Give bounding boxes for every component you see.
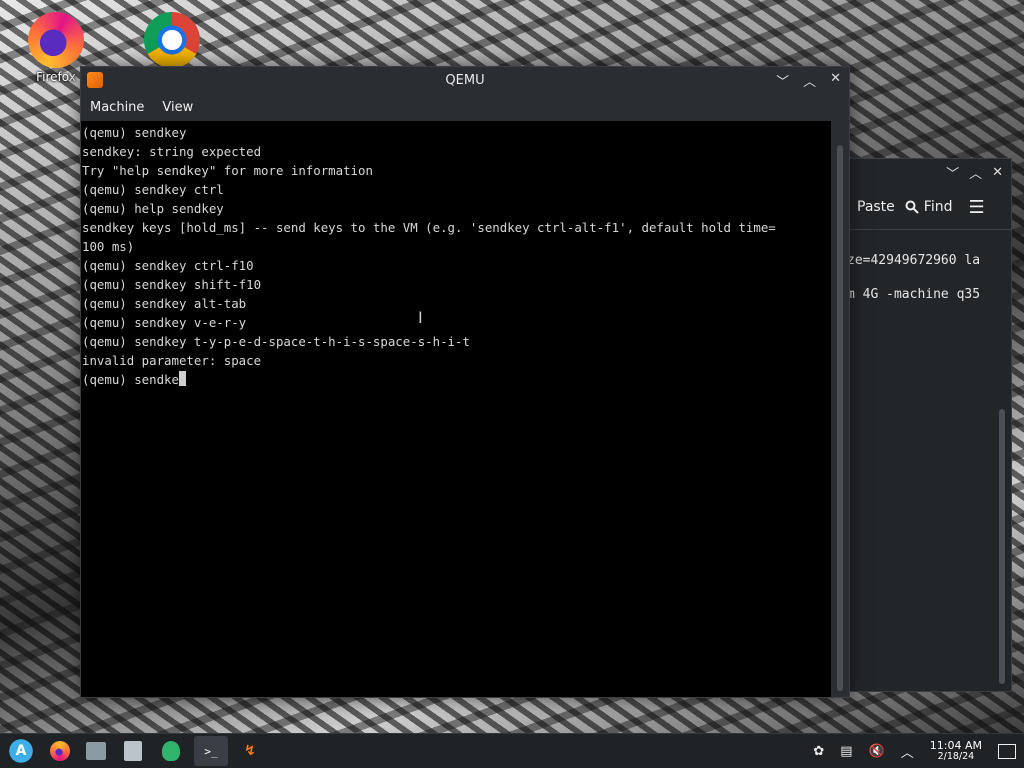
taskbar-store-icon[interactable]: [124, 741, 142, 761]
find-label: Find: [923, 199, 953, 215]
desktop-icon-firefox[interactable]: Firefox: [24, 12, 88, 84]
chevron-up-icon[interactable]: ︿: [901, 742, 914, 761]
block-cursor: [178, 371, 186, 386]
menu-view[interactable]: View: [162, 100, 193, 115]
desktop-icon-label: Firefox: [36, 70, 76, 84]
text-cursor-icon: I: [418, 308, 423, 327]
taskbar: A >_ ↯ ✿ ▤ 🔇 ︿ 11:04 AM 2/18/24: [0, 733, 1024, 768]
console-line: 100 ms): [82, 239, 135, 254]
desktop-icon-chrome[interactable]: [140, 12, 204, 68]
application-launcher-button[interactable]: A: [6, 736, 36, 766]
background-terminal-output: ze=42949672960 la m 4G -machine q35: [841, 230, 1011, 312]
volume-muted-icon[interactable]: 🔇: [869, 744, 885, 759]
paste-label: Paste: [857, 199, 895, 215]
firefox-icon: [28, 12, 84, 68]
background-terminal-window[interactable]: ﹀ ︿ ✕ Paste Find ☰ ze=42949672960 la m 4G…: [840, 158, 1012, 692]
console-line: invalid parameter: space: [82, 353, 262, 368]
close-button[interactable]: ✕: [992, 165, 1003, 180]
taskbar-app-icon[interactable]: [162, 741, 180, 761]
clock[interactable]: 11:04 AM 2/18/24: [930, 740, 982, 762]
clock-date: 2/18/24: [937, 751, 975, 762]
clipboard-icon[interactable]: ▤: [840, 744, 852, 759]
minimize-button[interactable]: ﹀: [946, 163, 959, 182]
terminal-line: m 4G -machine q35: [847, 287, 981, 302]
minimize-button[interactable]: ﹀: [776, 71, 789, 90]
taskbar-terminal-button[interactable]: >_: [194, 736, 228, 766]
console-prompt-line[interactable]: (qemu) sendke: [82, 370, 832, 389]
console-line: (qemu) sendkey ctrl-f10: [82, 258, 254, 273]
console-line: sendkey keys [hold_ms] -- send keys to t…: [82, 220, 776, 235]
console-line: (qemu) sendkey ctrl: [82, 182, 224, 197]
console-line: (qemu) sendkey shift-f10: [82, 277, 262, 292]
scrollbar[interactable]: [999, 409, 1005, 684]
console-line: (qemu) sendkey: [82, 125, 187, 140]
console-scrollbar[interactable]: [831, 121, 849, 697]
scrollbar-thumb[interactable]: [837, 145, 843, 691]
console-line: (qemu) sendkey t-y-p-e-d-space-t-h-i-s-s…: [82, 334, 470, 349]
qemu-monitor-console[interactable]: (qemu) sendkey sendkey: string expected Tr…: [81, 121, 832, 697]
prompt-text: (qemu) sendke: [82, 372, 179, 387]
close-button[interactable]: ✕: [830, 71, 841, 90]
show-desktop-button[interactable]: [998, 743, 1016, 759]
taskbar-qemu-button[interactable]: ↯: [235, 736, 265, 766]
find-button[interactable]: Find: [905, 199, 953, 215]
hamburger-menu-button[interactable]: ☰: [968, 197, 984, 218]
console-line: Try "help sendkey" for more information: [82, 163, 373, 178]
maximize-button[interactable]: ︿: [803, 71, 816, 90]
qemu-app-icon: [87, 72, 103, 88]
chrome-icon: [144, 12, 200, 68]
system-tray: ✿ ▤ 🔇 ︿ 11:04 AM 2/18/24: [813, 740, 1024, 762]
window-titlebar[interactable]: QEMU ﹀ ︿ ✕: [81, 67, 849, 93]
maximize-button[interactable]: ︿: [969, 163, 982, 182]
clock-time: 11:04 AM: [929, 739, 982, 752]
search-icon: [905, 200, 919, 214]
paste-button[interactable]: Paste: [857, 199, 895, 215]
terminal-line: ze=42949672960 la: [847, 253, 981, 268]
taskbar-file-manager-icon[interactable]: [86, 742, 106, 760]
qemu-window[interactable]: QEMU ﹀ ︿ ✕ Machine View (qemu) sendkey se…: [80, 66, 850, 698]
background-toolbar: Paste Find ☰: [841, 185, 1011, 230]
window-title: QEMU: [445, 72, 485, 88]
menu-bar: Machine View: [81, 93, 849, 121]
console-line: (qemu) sendkey v-e-r-y: [82, 315, 247, 330]
console-line: sendkey: string expected: [82, 144, 262, 159]
console-line: (qemu) help sendkey: [82, 201, 224, 216]
background-titlebar: ﹀ ︿ ✕: [841, 159, 1011, 185]
menu-machine[interactable]: Machine: [90, 100, 144, 115]
console-line: (qemu) sendkey alt-tab: [82, 296, 247, 311]
network-icon[interactable]: ✿: [813, 744, 824, 759]
taskbar-firefox-icon[interactable]: [50, 741, 70, 761]
